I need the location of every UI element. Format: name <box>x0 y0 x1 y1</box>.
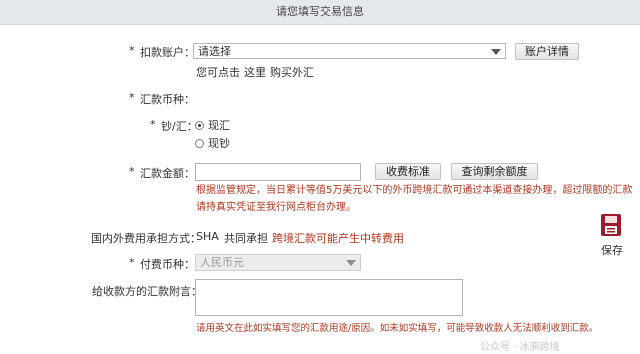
chevron-down-icon <box>491 49 501 55</box>
account-details-button[interactable]: 账户详情 <box>515 43 579 60</box>
buy-fx-hint-suffix: 购买外汇 <box>270 66 314 79</box>
required-mark: * <box>129 256 135 269</box>
chevron-down-icon <box>346 260 356 266</box>
required-mark: * <box>150 118 156 131</box>
cash-type-option-cash: 现钞 <box>208 137 230 150</box>
buy-fx-hint-prefix: 您可点击 <box>196 66 240 79</box>
fee-bearer-description: 共同承担 <box>224 232 268 245</box>
query-quota-button[interactable]: 查询剩余额度 <box>451 163 538 180</box>
postscript-label: 给收款方的汇款附言： <box>92 285 202 298</box>
pay-currency-label: 付费币种： <box>140 258 195 271</box>
amount-limit-notice: 根据监管规定，当日累计等值5万美元以下的外币跨境汇款可通过本渠道查接办理，超过限… <box>196 182 636 216</box>
required-mark: * <box>129 44 135 57</box>
page-title: 请您填写交易信息 <box>276 5 364 18</box>
account-select-value: 请选择 <box>198 45 231 58</box>
amount-limit-notice-line-1: 根据监管规定，当日累计等值5万美元以下的外币跨境汇款可通过本渠道查接办理，超过限… <box>196 185 633 196</box>
amount-input[interactable] <box>195 163 361 181</box>
save-icon[interactable] <box>600 213 622 240</box>
cash-type-label: 钞/汇： <box>161 120 198 133</box>
currency-label: 汇款币种： <box>140 93 195 106</box>
cash-type-option-spot-exchange: 现汇 <box>208 119 230 132</box>
postscript-notice: 请用英文在此如实填写您的汇款用途/原因。如未如实填写，可能导致收款人无法顺利收到… <box>196 323 599 334</box>
required-mark: * <box>129 91 135 104</box>
watermark-text: 公众号 · 冰燕跨境 <box>480 342 560 353</box>
required-mark: * <box>129 165 135 178</box>
cash-type-radio-spot-exchange[interactable] <box>195 121 204 130</box>
fee-standard-button[interactable]: 收费标准 <box>375 163 441 180</box>
fee-bearer-note: 跨境汇款可能产生中转费用 <box>272 232 404 245</box>
cash-type-radio-cash[interactable] <box>195 139 204 148</box>
fee-bearer-label: 国内外费用承担方式： <box>91 232 201 245</box>
save-label[interactable]: 保存 <box>601 242 623 258</box>
buy-fx-link[interactable]: 这里 <box>244 64 266 80</box>
amount-limit-notice-line-2: 请持真实凭证至我行网点柜台办理。 <box>196 202 356 213</box>
amount-label: 汇款金额： <box>140 167 195 180</box>
pay-currency-select[interactable]: 人民币元 <box>195 254 361 271</box>
pay-currency-select-value: 人民币元 <box>200 256 244 269</box>
fee-bearer-code: SHA <box>196 230 219 243</box>
page-header: 请您填写交易信息 <box>0 0 640 25</box>
account-select[interactable]: 请选择 <box>193 43 506 59</box>
account-label: 扣款账户： <box>140 46 195 59</box>
postscript-textarea[interactable] <box>195 279 463 316</box>
